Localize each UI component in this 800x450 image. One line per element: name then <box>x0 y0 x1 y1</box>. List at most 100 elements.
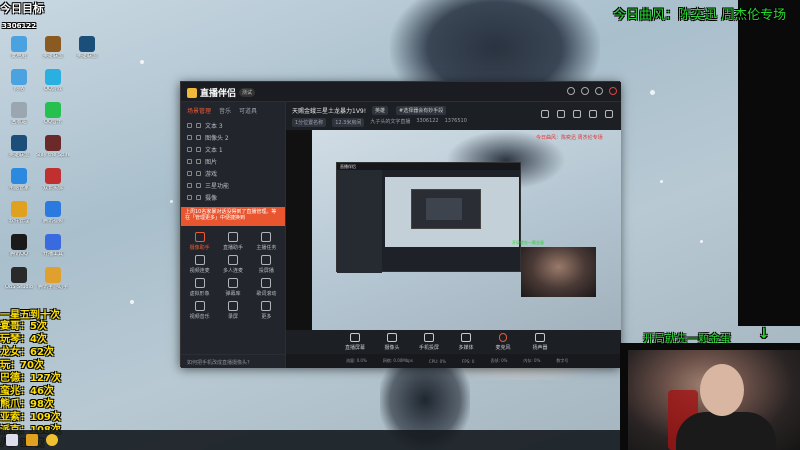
leaderboard-row: 熊爪：98次 <box>0 399 54 410</box>
tool-button[interactable]: 视频连麦 <box>183 255 216 274</box>
app-titlebar[interactable]: 直播伴侣 测试 <box>181 82 621 102</box>
desktop-icon[interactable]: 回收站 <box>2 102 36 125</box>
desktop-icon[interactable]: OBS Studio <box>2 267 36 290</box>
eye-icon[interactable] <box>187 122 192 128</box>
gift-icon[interactable] <box>541 110 549 118</box>
eye-icon[interactable] <box>187 158 192 164</box>
logo-icon <box>187 87 197 98</box>
tool-button[interactable]: 投屏播 <box>250 255 283 274</box>
lock-icon[interactable] <box>196 134 201 140</box>
eye-icon[interactable] <box>187 134 192 140</box>
bell-icon[interactable] <box>589 110 597 118</box>
tool-icon <box>194 255 205 265</box>
eye-icon[interactable] <box>187 194 192 200</box>
speaker-button[interactable]: 扬声器 <box>529 333 551 351</box>
status-item: FPS: 0 <box>462 358 475 364</box>
desktop-icon[interactable]: 软件管理 <box>2 201 36 224</box>
desktop-icon[interactable]: 电脑管家 <box>2 168 36 191</box>
stream-info-header: 天赐金蛾三星土龙暴力1V9! 英雄 #选择器会有妙手段 1分位置名称 12.3米房… <box>286 102 621 130</box>
eye-icon[interactable] <box>187 182 192 188</box>
desktop-icon[interactable]: 开播工具 <box>36 234 70 257</box>
share-icon[interactable] <box>605 110 613 118</box>
scene-row[interactable]: 文本 1 <box>181 143 285 155</box>
lock-icon[interactable] <box>196 170 201 176</box>
desktop-icon[interactable]: 腾讯手游助手 <box>36 267 70 290</box>
scene-row[interactable]: 文本 3 <box>181 119 285 131</box>
desktop-icon[interactable]: 英雄联盟 <box>36 36 70 59</box>
tab-scenes[interactable]: 场景管理 <box>187 106 211 115</box>
snowflake <box>700 240 703 243</box>
tool-button[interactable]: 录屏 <box>216 301 249 320</box>
control-label: 扬声器 <box>532 345 548 351</box>
lock-icon[interactable] <box>196 122 201 128</box>
desktop-icon[interactable]: 此电脑 <box>2 36 36 59</box>
stream-tag: #选择器会有妙手段 <box>396 106 447 115</box>
chat-icon[interactable] <box>573 110 581 118</box>
lock-icon[interactable] <box>557 110 565 118</box>
desktop-icon-label: 腾讯QQ <box>10 252 28 257</box>
media-button[interactable]: 多媒体 <box>455 333 477 351</box>
mobile-icon <box>45 267 61 283</box>
tool-button[interactable]: 多人连麦 <box>216 255 249 274</box>
eye-icon[interactable] <box>187 170 192 176</box>
tool-button[interactable]: 歌词滚动 <box>250 278 283 297</box>
tool-button[interactable]: 虚拟形象 <box>183 278 216 297</box>
desktop-icon[interactable]: QQ音乐 <box>36 102 70 125</box>
desktop-icon-label: 软件管理 <box>8 219 29 224</box>
live-preview[interactable]: 今日曲风：陈奕迅 周杰伦专场 直播伴侣 开局就先一颗金蛋 <box>286 130 621 330</box>
maximize-icon[interactable] <box>595 87 603 95</box>
tool-button[interactable]: 主播任务 <box>250 232 283 251</box>
scene-name: 文本 3 <box>205 122 223 130</box>
scene-name: 图片 <box>205 158 218 166</box>
stream-title[interactable]: 天赐金蛾三星土龙暴力1V9! <box>292 106 366 115</box>
tool-button[interactable]: 视频音乐 <box>183 301 216 320</box>
scene-row[interactable]: 摄像 <box>181 191 285 203</box>
scene-row[interactable]: 图片 <box>181 155 285 167</box>
tool-label: 视频连麦 <box>189 268 210 274</box>
start-icon[interactable] <box>6 434 18 446</box>
desktop-icon[interactable]: 英雄联盟 <box>70 36 104 59</box>
music-icon <box>45 102 61 118</box>
taskbar-app-icon[interactable] <box>26 434 38 446</box>
minimize-icon[interactable] <box>581 87 589 95</box>
tab-music[interactable]: 音乐 <box>219 106 231 115</box>
stream-subinfo-item: 九子头的文字直播 <box>370 119 411 125</box>
desktop-icon[interactable]: 英雄联盟 <box>2 135 36 158</box>
lock-icon[interactable] <box>196 146 201 152</box>
scene-row[interactable]: 三星功能 <box>181 179 285 191</box>
close-icon[interactable] <box>609 87 617 95</box>
taskbar-app-icon[interactable] <box>46 434 58 446</box>
lock-icon[interactable] <box>196 158 201 164</box>
lock-icon[interactable] <box>196 182 201 188</box>
tool-button[interactable]: 摄像助手 <box>183 232 216 251</box>
leaderboard-title: 一星五到十次 <box>0 310 60 321</box>
microphone-button[interactable]: 麦克风 <box>492 333 514 351</box>
phone-cast-button[interactable]: 手机投屏 <box>418 333 440 351</box>
desktop-icon[interactable]: Slay the Spire <box>36 135 70 158</box>
lock-icon[interactable] <box>196 194 201 200</box>
desktop-icon[interactable]: 腾讯视频 <box>36 201 70 224</box>
promo-banner[interactable]: 上周10名家暴对话没得到了直播管理。等在「管理更多」中便捷换到 <box>181 207 285 226</box>
tool-icon <box>227 278 238 288</box>
phone-camera-hint[interactable]: 如何把手机改成直播摄像头? <box>181 354 286 368</box>
streaming-app-window[interactable]: 直播伴侣 测试 场景管理 音乐 可道具 文本 3 图像头 2 文本 1 图片 游戏 三星功… <box>180 81 621 368</box>
desktop-icon[interactable]: 网络 <box>2 69 36 92</box>
screen-capture-button[interactable]: 直播屏幕 <box>344 333 366 351</box>
control-label: 直播屏幕 <box>344 345 365 351</box>
tab-props[interactable]: 可道具 <box>239 106 257 115</box>
eye-icon[interactable] <box>187 146 192 152</box>
desktop-icon[interactable]: 双长头像 <box>36 168 70 191</box>
tool-button[interactable]: 直播助手 <box>216 232 249 251</box>
scene-row[interactable]: 游戏 <box>181 167 285 179</box>
snowflake <box>140 60 144 64</box>
stream-subinfo: 1分位置名称 12.3米房间 九子头的文字直播 3306122 1376510 <box>292 118 467 127</box>
scene-row[interactable]: 图像头 2 <box>181 131 285 143</box>
desktop-icon[interactable]: QQ游戏 <box>36 69 70 92</box>
desktop-icon[interactable]: 腾讯QQ <box>2 234 36 257</box>
camera-button[interactable]: 摄像头 <box>381 333 403 351</box>
settings-icon[interactable] <box>567 87 575 95</box>
apps-icon <box>11 201 27 217</box>
tool-button[interactable]: 更多 <box>250 301 283 320</box>
tool-button[interactable]: 弹幕库 <box>216 278 249 297</box>
desktop-icon-label: 英雄联盟 <box>42 54 63 59</box>
